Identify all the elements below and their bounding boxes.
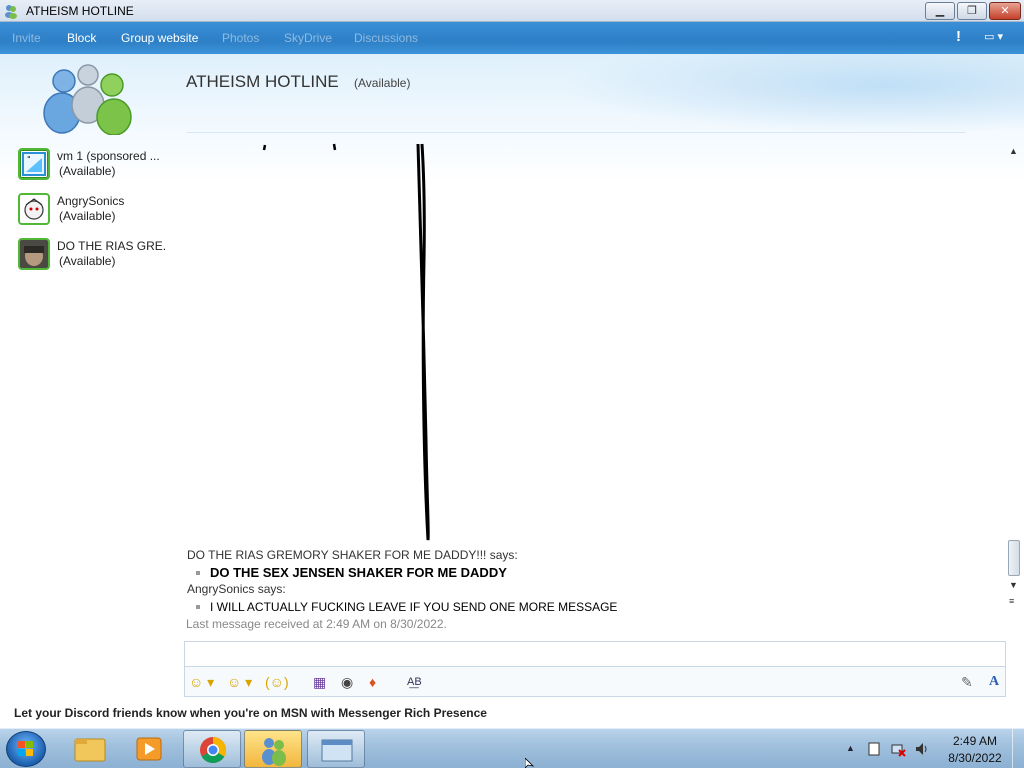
message-text: I WILL ACTUALLY FUCKING LEAVE IF YOU SEN…	[187, 600, 617, 614]
conversation-status: (Available)	[354, 76, 411, 90]
menu-discussions[interactable]: Discussions	[354, 31, 418, 45]
show-desktop-button[interactable]	[1012, 729, 1024, 768]
contact-item[interactable]: DO THE RIAS GRE... (Available)	[16, 238, 176, 280]
conversation-menu-bar: Invite Block Group website Photos SkyDri…	[0, 22, 1024, 54]
volume-icon[interactable]	[914, 741, 930, 757]
message-sender: AngrySonics says:	[187, 582, 286, 596]
contact-name: vm 1 (sponsored ...	[57, 149, 160, 163]
scroll-thumb[interactable]	[1008, 540, 1020, 576]
contact-status: (Available)	[59, 254, 116, 268]
minimize-button[interactable]: ▁	[925, 2, 955, 20]
maximize-icon: ❐	[967, 5, 977, 17]
message-body: I WILL ACTUALLY FUCKING LEAVE IF YOU SEN…	[210, 600, 618, 614]
options-menu-icon[interactable]: ▭ ▾	[984, 30, 1012, 48]
scroll-end-icon[interactable]: ≡	[1009, 596, 1014, 606]
menu-block[interactable]: Block	[67, 31, 96, 45]
compose-toolbar: ☺ ▾ ☺ ▾ (☺) ▦ ◉ ♦ A͟B ✎ A	[184, 667, 1006, 697]
sponsored-avatar: "	[18, 148, 50, 180]
minimize-icon: ▁	[935, 5, 945, 17]
alert-icon[interactable]: !	[956, 28, 961, 45]
ink-drawing	[262, 143, 430, 541]
action-center-icon[interactable]	[866, 741, 882, 757]
contact-item[interactable]: " vm 1 (sponsored ... (Available)	[16, 148, 176, 190]
ad-banner[interactable]: Let your Discord friends know when you'r…	[14, 706, 487, 720]
taskbar-chrome[interactable]	[183, 730, 241, 768]
taskbar-window[interactable]	[307, 730, 365, 768]
message-text: DO THE SEX JENSEN SHAKER FOR ME DADDY	[187, 565, 507, 580]
taskbar: ▲ 2:49 AM 8/30/2022	[0, 728, 1024, 768]
title-bar: ATHEISM HOTLINE ▁ ❐ ✕	[0, 0, 1024, 22]
menu-photos[interactable]: Photos	[222, 31, 259, 45]
contact-status: (Available)	[59, 164, 116, 178]
games-icon[interactable]: ♦	[369, 672, 376, 692]
contact-name: DO THE RIAS GRE...	[57, 239, 167, 253]
conversation-title: ATHEISM HOTLINE	[186, 72, 339, 91]
windows-logo-icon	[18, 741, 33, 756]
maximize-button[interactable]: ❐	[957, 2, 987, 20]
sonic-avatar	[18, 193, 50, 225]
clock-time[interactable]: 2:49 AM	[950, 734, 1000, 748]
close-button[interactable]: ✕	[989, 2, 1021, 20]
nudge-icon[interactable]: (☺)	[265, 672, 289, 692]
bullet-icon	[196, 604, 200, 609]
contact-name: AngrySonics	[57, 194, 125, 208]
message-sender: DO THE RIAS GREMORY SHAKER FOR ME DADDY!…	[187, 548, 518, 562]
scroll-down-icon[interactable]: ▼	[1009, 580, 1018, 590]
scroll-up-icon[interactable]: ▲	[1009, 146, 1018, 156]
taskbar-explorer[interactable]	[60, 730, 118, 768]
network-icon[interactable]	[890, 741, 906, 757]
last-received-status: Last message received at 2:49 AM on 8/30…	[186, 617, 447, 631]
background-icon[interactable]: ▦	[313, 672, 326, 692]
folder-icon	[74, 738, 106, 762]
menu-group-website[interactable]: Group website	[121, 31, 198, 45]
clock-date[interactable]: 8/30/2022	[946, 751, 1004, 765]
font-icon[interactable]: A	[989, 672, 999, 692]
spell-check-icon[interactable]: A͟B	[407, 672, 422, 692]
messenger-icon	[262, 738, 286, 766]
message-body: DO THE SEX JENSEN SHAKER FOR ME DADDY	[210, 565, 507, 580]
history-scrollbar[interactable]: ▲ ▼ ≡	[1006, 140, 1022, 610]
taskbar-messenger[interactable]	[244, 730, 302, 768]
messenger-app-icon	[5, 5, 17, 19]
mouse-cursor-icon	[525, 758, 535, 768]
window-thumbnail-icon	[321, 739, 353, 762]
svg-text:": "	[27, 155, 31, 164]
contact-item[interactable]: AngrySonics (Available)	[16, 193, 176, 235]
emoticon-icon[interactable]: ☺ ▾	[189, 672, 214, 692]
close-icon: ✕	[1000, 5, 1010, 17]
taskbar-media-player[interactable]	[120, 730, 178, 768]
wink-icon[interactable]: ☺ ▾	[227, 672, 252, 692]
bullet-icon	[196, 570, 200, 575]
handwriting-icon[interactable]: ✎	[961, 672, 973, 692]
chrome-icon	[200, 736, 227, 764]
menu-invite[interactable]: Invite	[12, 31, 41, 45]
photo-avatar	[18, 238, 50, 270]
header-divider	[186, 132, 966, 133]
header-banner	[560, 54, 1024, 134]
voice-clip-icon[interactable]: ◉	[341, 672, 353, 692]
media-player-icon	[136, 737, 162, 761]
contact-status: (Available)	[59, 209, 116, 223]
menu-skydrive[interactable]: SkyDrive	[284, 31, 332, 45]
start-button[interactable]	[6, 731, 46, 767]
tray-expand-icon[interactable]: ▲	[846, 743, 855, 753]
group-logo-icon	[43, 64, 132, 135]
window-title: ATHEISM HOTLINE	[26, 4, 134, 18]
message-input[interactable]	[184, 641, 1006, 667]
